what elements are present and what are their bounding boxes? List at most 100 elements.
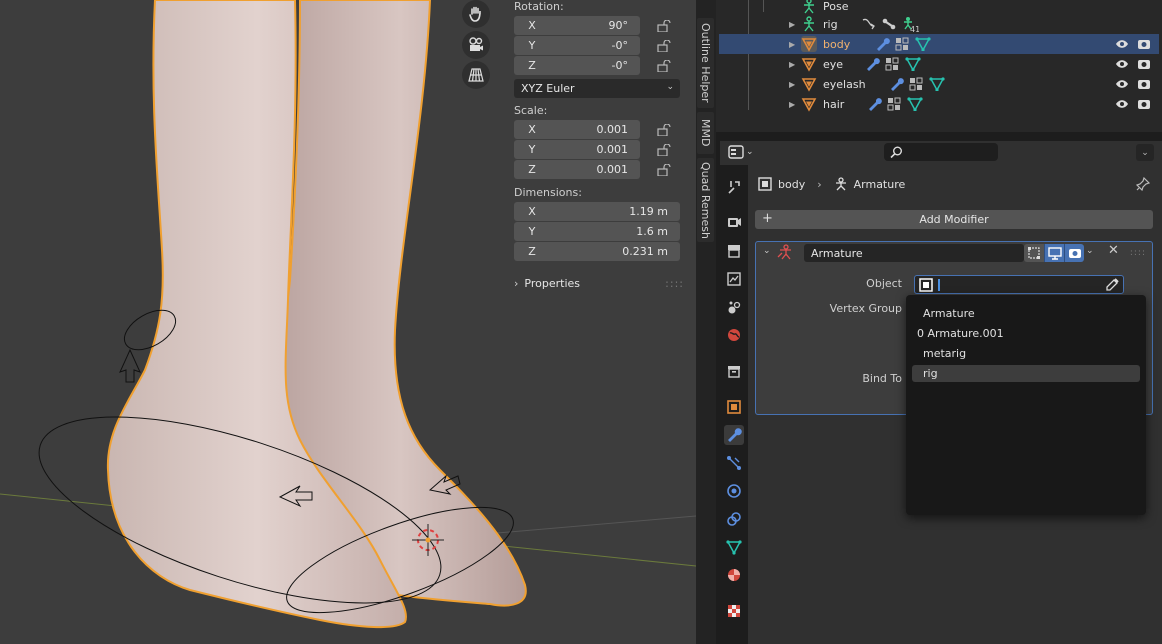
mesh-data-icon <box>915 37 931 51</box>
lock-icon[interactable] <box>657 164 671 176</box>
mesh-data-tab-icon[interactable] <box>724 537 744 557</box>
world-tab-icon[interactable] <box>724 325 744 345</box>
vertex-groups-icon <box>895 37 909 51</box>
particles-tab-icon[interactable] <box>724 453 744 473</box>
chevron-down-icon[interactable]: ⌄ <box>1136 144 1154 161</box>
lock-icon[interactable] <box>657 40 671 52</box>
view-layer-tab-icon[interactable] <box>724 269 744 289</box>
properties-editor-icon <box>728 145 744 159</box>
object-icon <box>919 278 933 292</box>
expand-arrow-icon[interactable]: ▶ <box>789 20 795 29</box>
lock-icon[interactable] <box>657 144 671 156</box>
dropdown-item-metarig[interactable]: metarig <box>912 345 1140 362</box>
collapse-arrow-icon[interactable]: ⌄ <box>763 246 771 256</box>
chevron-down-icon[interactable]: ⌄ <box>1086 246 1094 256</box>
render-toggle-icon[interactable] <box>1064 244 1084 262</box>
tab-outline-helper[interactable]: Outline Helper <box>697 18 714 108</box>
camera-view-icon[interactable] <box>462 31 490 59</box>
scale-heading: Scale: <box>514 104 548 117</box>
dropdown-item-armature[interactable]: Armature <box>912 305 1140 322</box>
constraint-icon <box>862 18 875 30</box>
outliner-row-eye[interactable]: ▶ eye <box>719 54 1159 74</box>
properties-subpanel[interactable]: › Properties :::: <box>514 277 684 290</box>
breadcrumb-modifier: Armature <box>853 177 906 191</box>
rotation-heading: Rotation: <box>514 0 564 13</box>
chevron-right-icon: › <box>817 177 822 191</box>
dimension-z-field[interactable]: Z 0.231 m <box>514 242 680 261</box>
3d-viewport[interactable]: Rotation: X 90° Y -0° Z -0° XYZ Euler ⌄ Scal… <box>0 0 696 644</box>
outliner-row-rig[interactable]: ▶ rig 414 <box>719 14 1159 34</box>
eye-visibility-icon[interactable] <box>1115 97 1129 111</box>
scale-y-field[interactable]: Y 0.001 <box>514 140 640 159</box>
lock-icon[interactable] <box>657 60 671 72</box>
scale-x-field[interactable]: X 0.001 <box>514 120 640 139</box>
rotation-y-field[interactable]: Y -0° <box>514 36 640 55</box>
search-icon <box>890 146 902 159</box>
bind-to-label: Bind To <box>862 372 902 385</box>
lock-icon[interactable] <box>657 20 671 32</box>
eye-visibility-icon[interactable] <box>1115 37 1129 51</box>
expand-arrow-icon[interactable]: ▶ <box>789 100 795 109</box>
tab-quad-remesh[interactable]: Quad Remesh <box>697 158 714 242</box>
vertex-groups-icon <box>885 57 899 71</box>
physics-tab-icon[interactable] <box>724 481 744 501</box>
pan-hand-icon[interactable] <box>462 0 490 28</box>
collection-tab-icon[interactable] <box>724 361 744 381</box>
tab-mmd[interactable]: MMD <box>697 112 714 154</box>
camera-render-icon[interactable] <box>1137 77 1151 91</box>
scene-tab-icon[interactable] <box>724 297 744 317</box>
object-field[interactable] <box>914 275 1124 294</box>
wrench-icon <box>867 58 880 71</box>
outliner-row-hair[interactable]: ▶ hair <box>719 94 1159 114</box>
drag-grip-icon[interactable]: :::: <box>665 277 684 290</box>
constraints-tab-icon[interactable] <box>724 509 744 529</box>
perspective-grid-icon[interactable] <box>462 61 490 89</box>
camera-render-icon[interactable] <box>1137 57 1151 71</box>
dropdown-item-armature-001[interactable]: 0 Armature.001 <box>912 325 1140 342</box>
rotation-mode-select[interactable]: XYZ Euler ⌄ <box>514 79 680 98</box>
mesh-data-icon <box>929 77 945 91</box>
modifier-name-field[interactable]: Armature <box>804 244 1024 262</box>
properties-search-input[interactable] <box>884 143 998 161</box>
breadcrumb: body › Armature <box>758 177 905 191</box>
n-panel: Rotation: X 90° Y -0° Z -0° XYZ Euler ⌄ Scal… <box>507 0 687 300</box>
chevron-down-icon: ⌄ <box>746 147 754 157</box>
dropdown-item-rig[interactable]: rig <box>912 365 1140 382</box>
outliner-row-eyelash[interactable]: ▶ eyelash <box>719 74 1159 94</box>
modifier-wrench-tab-icon[interactable] <box>724 425 744 445</box>
camera-render-icon[interactable] <box>1137 37 1151 51</box>
object-tab-icon[interactable] <box>724 397 744 417</box>
expand-arrow-icon[interactable]: ▶ <box>789 80 795 89</box>
expand-arrow-icon[interactable]: ▶ <box>789 40 795 49</box>
texture-tab-icon[interactable] <box>724 601 744 621</box>
eye-visibility-icon[interactable] <box>1115 77 1129 91</box>
armature-icon <box>804 16 814 32</box>
bone-icon <box>882 18 896 30</box>
outliner: Pose ▶ rig 414 ▶ body ▶ eye <box>716 0 1162 132</box>
material-tab-icon[interactable] <box>724 565 744 585</box>
mesh-data-icon <box>907 97 923 111</box>
drag-grip-icon[interactable]: :::: <box>1130 248 1146 258</box>
eye-visibility-icon[interactable] <box>1115 57 1129 71</box>
plus-icon: + <box>762 211 773 226</box>
tool-tab-icon[interactable] <box>724 177 744 197</box>
camera-render-icon[interactable] <box>1137 97 1151 111</box>
add-modifier-button[interactable]: + Add Modifier <box>755 210 1153 229</box>
dimension-x-field[interactable]: X 1.19 m <box>514 202 680 221</box>
outliner-row-body[interactable]: ▶ body <box>719 34 1159 54</box>
dimension-y-field[interactable]: Y 1.6 m <box>514 222 680 241</box>
eyedropper-icon[interactable] <box>1105 278 1119 292</box>
close-icon[interactable]: ✕ <box>1108 243 1119 258</box>
rotation-x-field[interactable]: X 90° <box>514 16 640 35</box>
editor-type-selector[interactable]: ⌄ <box>728 143 758 161</box>
render-tab-icon[interactable] <box>724 212 744 232</box>
dimensions-heading: Dimensions: <box>514 186 582 199</box>
edit-mode-toggle-icon[interactable] <box>1024 244 1044 262</box>
scale-z-field[interactable]: Z 0.001 <box>514 160 640 179</box>
pin-icon[interactable] <box>1136 177 1150 191</box>
viewport-toggle-icon[interactable] <box>1044 244 1064 262</box>
lock-icon[interactable] <box>657 124 671 136</box>
expand-arrow-icon[interactable]: ▶ <box>789 60 795 69</box>
rotation-z-field[interactable]: Z -0° <box>514 56 640 75</box>
output-tab-icon[interactable] <box>724 241 744 261</box>
